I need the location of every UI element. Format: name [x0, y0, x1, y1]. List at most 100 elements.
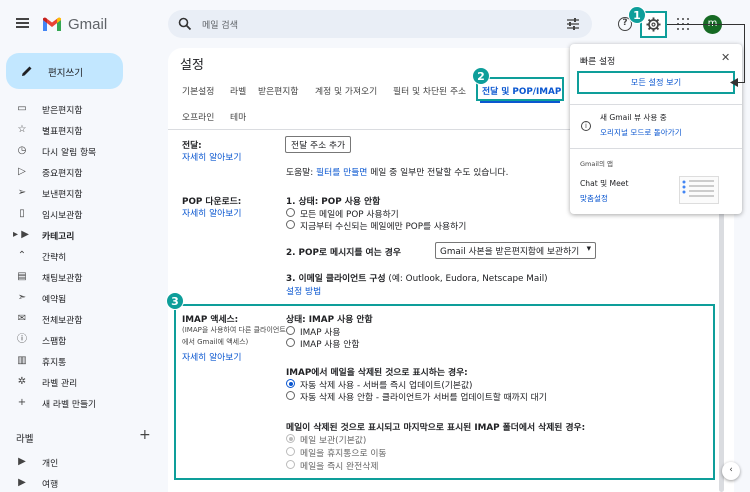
create-filter-link[interactable]: 필터를 만들면 [316, 168, 367, 178]
label-icon: ▶ [18, 456, 26, 467]
forwarding-tip: 도움말: 필터를 만들면 메일 중 일부만 전달할 수도 있습니다. [286, 165, 508, 178]
imap-deleted-heading: IMAP에서 메일을 삭제된 것으로 표시하는 경우: [286, 368, 468, 378]
tab-offline[interactable]: 오프라인 [182, 110, 214, 123]
all-mail-icon: ✉ [17, 313, 27, 324]
sidebar-item-label: 새 라벨 만들기 [42, 400, 97, 410]
tab-general[interactable]: 기본설정 [182, 84, 214, 97]
pop-action-select[interactable]: Gmail 사본을 받은편지함에 보관하기 ▾ [435, 242, 596, 259]
sidebar-item-label-personal[interactable]: ▶ 개인 [0, 451, 150, 472]
scheduled-icon: ➣ [17, 292, 27, 303]
sidebar-item-trash[interactable]: ▥ 휴지통 [0, 350, 150, 371]
step-marker-3: 3 [166, 292, 184, 310]
inbox-icon: ▭ [17, 103, 27, 114]
chevron-up-icon: ⌃ [17, 250, 27, 261]
search-icon[interactable] [178, 17, 192, 31]
tab-themes[interactable]: 테마 [230, 110, 246, 123]
forwarding-learn-more-link[interactable]: 자세히 알아보기 [182, 150, 241, 163]
sidebar-item-label: 전체보관함 [42, 316, 83, 326]
sidebar-item-new-label[interactable]: + 새 라벨 만들기 [0, 392, 150, 413]
tab-filters[interactable]: 필터 및 차단된 주소 [393, 84, 466, 97]
auto-expunge-on-radio[interactable] [286, 379, 295, 388]
compose-label: 편지쓰기 [48, 68, 83, 79]
imap-disable-label: IMAP 사용 안함 [300, 340, 360, 350]
pop-all-mail-radio[interactable] [286, 208, 295, 217]
chat-meet-label: Chat 및 Meet [580, 179, 629, 188]
important-icon: ▷ [18, 166, 26, 177]
draft-icon: ▯ [19, 208, 25, 219]
label-icon: ▶ [18, 477, 26, 488]
sidebar-item-label: 카테고리 [42, 232, 75, 242]
tab-inbox[interactable]: 받은편지함 [258, 84, 298, 97]
divider [570, 104, 742, 105]
active-tab-indicator [480, 101, 560, 103]
sidebar-item-label: 라벨 관리 [42, 379, 78, 389]
search-options-icon[interactable] [566, 17, 580, 31]
chevron-down-icon: ▾ [586, 244, 591, 254]
label-icon: ▸ ▶ [13, 229, 29, 240]
imap-access-note: (IMAP을 사용하여 다른 클라이언트에서 Gmail에 액세스) [182, 326, 286, 346]
customize-link[interactable]: 맞춤설정 [580, 193, 608, 204]
sidebar-item-chats[interactable]: ▤ 채팅보관함 [0, 266, 150, 287]
sidebar-item-label: 간략히 [42, 253, 67, 263]
tip-prefix: 도움말: [286, 168, 317, 178]
sidebar-item-snoozed[interactable]: ◷ 다시 알림 항목 [0, 140, 150, 161]
pop-new-mail-label: 지금부터 수신되는 메일에만 POP를 사용하기 [300, 222, 467, 232]
delete-forever-radio[interactable] [286, 460, 295, 469]
sidebar-item-label: 스팸함 [42, 337, 67, 347]
sidebar-item-all-mail[interactable]: ✉ 전체보관함 [0, 308, 150, 329]
info-icon: i [581, 121, 591, 131]
add-forwarding-address-button[interactable]: 전달 주소 추가 [285, 136, 352, 153]
chevron-left-icon[interactable]: ‹ [722, 462, 740, 480]
delete-forever-label: 메일을 즉시 완전삭제 [300, 462, 379, 472]
imap-status: 상태: IMAP 사용 안함 [286, 315, 373, 325]
imap-learn-more-link[interactable]: 자세히 알아보기 [182, 350, 241, 363]
pop-action-value: Gmail 사본을 받은편지함에 보관하기 [440, 247, 580, 257]
pop-learn-more-link[interactable]: 자세히 알아보기 [182, 206, 241, 219]
step-marker-1: 1 [628, 6, 646, 24]
sidebar-item-inbox[interactable]: ▭ 받은편지함 [0, 98, 150, 119]
pop-new-mail-radio[interactable] [286, 220, 295, 229]
step-marker-2: 2 [472, 67, 490, 85]
sidebar-item-drafts[interactable]: ▯ 임시보관함 [0, 203, 150, 224]
auto-expunge-off-radio[interactable] [286, 391, 295, 400]
sidebar-item-sent[interactable]: ➢ 보낸편지함 [0, 182, 150, 203]
sidebar-item-manage-labels[interactable]: ✲ 라벨 관리 [0, 371, 150, 392]
sidebar-item-important[interactable]: ▷ 중요편지함 [0, 161, 150, 182]
clock-icon: ◷ [17, 145, 27, 156]
sidebar-item-categories[interactable]: ▸ ▶ 카테고리 [0, 224, 150, 245]
gmail-m-icon [43, 17, 61, 31]
revert-original-link[interactable]: 오리지널 모드로 돌아가기 [600, 127, 682, 138]
sidebar-item-label-travel[interactable]: ▶ 여행 [0, 472, 150, 492]
sidebar-item-scheduled[interactable]: ➣ 예약됨 [0, 287, 150, 308]
add-label-icon[interactable]: + [139, 427, 151, 443]
sidebar-item-starred[interactable]: ☆ 별표편지함 [0, 119, 150, 140]
compose-button[interactable]: 편지쓰기 [6, 53, 123, 89]
pencil-icon [22, 66, 32, 76]
sidebar-item-less[interactable]: ⌃ 간략히 [0, 245, 150, 266]
move-to-trash-label: 메일을 휴지통으로 이동 [300, 449, 387, 459]
search-placeholder[interactable]: 메일 검색 [202, 18, 238, 31]
layout-preview-icon [682, 180, 714, 197]
tab-labels[interactable]: 라벨 [230, 84, 246, 97]
pop-setup-link[interactable]: 설정 방법 [286, 284, 321, 297]
page-title: 설정 [180, 58, 204, 73]
archive-radio[interactable] [286, 434, 295, 443]
highlight-box-tab [476, 77, 564, 101]
see-all-settings-button[interactable]: 모든 설정 보기 [577, 71, 735, 94]
sidebar-item-label: 휴지통 [42, 358, 67, 368]
app-name: Gmail [68, 16, 108, 33]
sidebar-item-spam[interactable]: ⓘ 스팸함 [0, 329, 150, 350]
move-to-trash-radio[interactable] [286, 447, 295, 456]
trash-icon: ▥ [17, 355, 27, 366]
main-menu-icon[interactable] [16, 18, 29, 28]
new-view-text: 새 Gmail 뷰 사용 중 [600, 113, 667, 122]
sidebar-item-label: 다시 알림 항목 [42, 148, 97, 158]
close-icon[interactable]: ✕ [721, 51, 730, 64]
quick-settings-panel: 빠른 설정 ✕ 모든 설정 보기 i 새 Gmail 뷰 사용 중 오리지널 모… [570, 44, 742, 214]
imap-disable-radio[interactable] [286, 338, 295, 347]
gmail-logo[interactable]: Gmail [42, 16, 107, 33]
search-bar[interactable]: 메일 검색 [168, 10, 592, 38]
sidebar-item-label: 보낸편지함 [42, 190, 83, 200]
imap-enable-radio[interactable] [286, 326, 295, 335]
tab-accounts[interactable]: 계정 및 가져오기 [315, 84, 377, 97]
